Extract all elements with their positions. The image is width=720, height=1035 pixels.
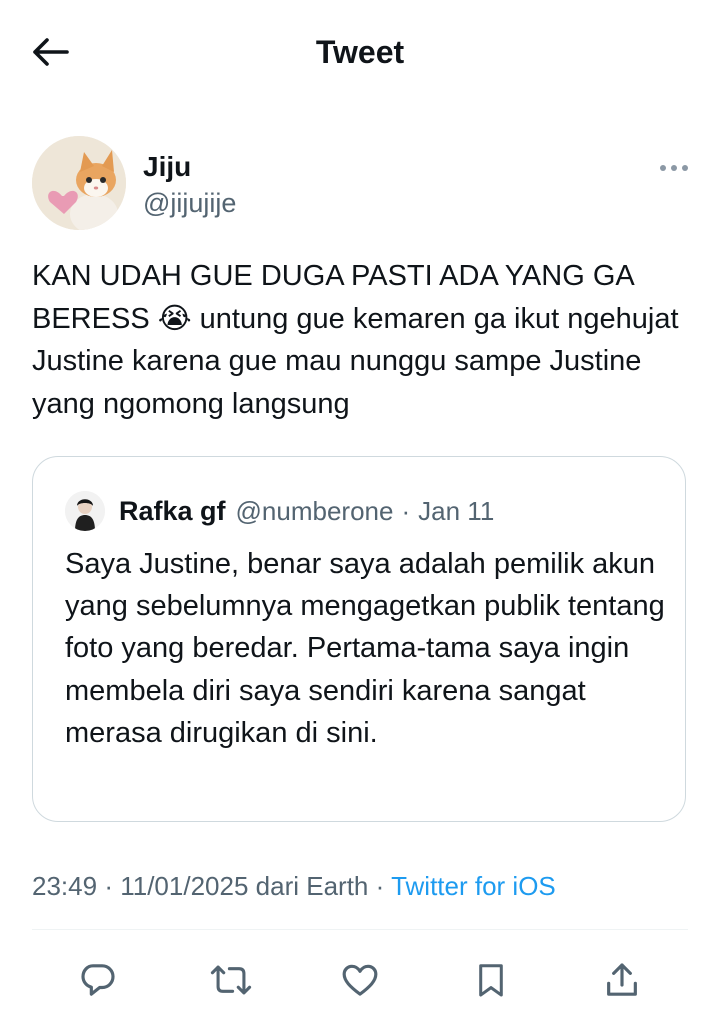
tweet-date: 11/01/2025 (120, 871, 249, 901)
divider (32, 929, 688, 930)
like-icon (342, 964, 378, 996)
quoted-author-avatar (65, 491, 105, 531)
retweet-button[interactable] (207, 956, 255, 1004)
separator-dot: · (401, 495, 411, 526)
action-bar (0, 950, 720, 1010)
quoted-author-handle: @numberone (235, 495, 394, 526)
bookmark-icon (479, 964, 503, 997)
reply-icon (81, 964, 115, 996)
tweet-text: KAN UDAH GUE DUGA PASTI ADA YANG GA BERE… (32, 260, 679, 420)
tweet-meta: 23:49 · 11/01/2025 dari Earth · Twitter … (32, 866, 692, 906)
avatar[interactable] (32, 136, 126, 230)
tweet-time: 23:49 (32, 871, 98, 901)
kitten-with-heart-avatar (32, 136, 126, 230)
page-title: Tweet (315, 34, 405, 70)
quoted-author-name: Rafka gf (119, 495, 226, 526)
share-icon (607, 963, 637, 996)
more-horizontal-icon (660, 165, 688, 171)
person-avatar-icon (65, 491, 105, 531)
quoted-tweet-text: Saya Justine, benar saya adalah pemilik … (65, 548, 665, 749)
tweet-source-link[interactable]: Twitter for iOS (391, 871, 556, 901)
quoted-tweet-header: Rafka gf @numberone · Jan 11 (65, 491, 665, 531)
more-button[interactable] (656, 156, 692, 180)
separator-dot: · (104, 871, 113, 901)
quoted-tweet-card[interactable]: Rafka gf @numberone · Jan 11 Saya Justin… (32, 456, 686, 822)
top-bar: Tweet (0, 0, 720, 105)
share-button[interactable] (598, 956, 646, 1004)
quoted-tweet-date: Jan 11 (418, 495, 495, 526)
tweet-author: Jiju @jijujije (32, 136, 692, 232)
separator-dot: · (375, 871, 385, 901)
reply-button[interactable] (74, 956, 122, 1004)
bookmark-button[interactable] (467, 956, 515, 1004)
retweet-icon (210, 965, 252, 995)
author-handle[interactable]: @jijujije (143, 186, 236, 220)
tweet-location: dari Earth (255, 871, 369, 901)
author-name[interactable]: Jiju (143, 150, 191, 184)
like-button[interactable] (336, 956, 384, 1004)
